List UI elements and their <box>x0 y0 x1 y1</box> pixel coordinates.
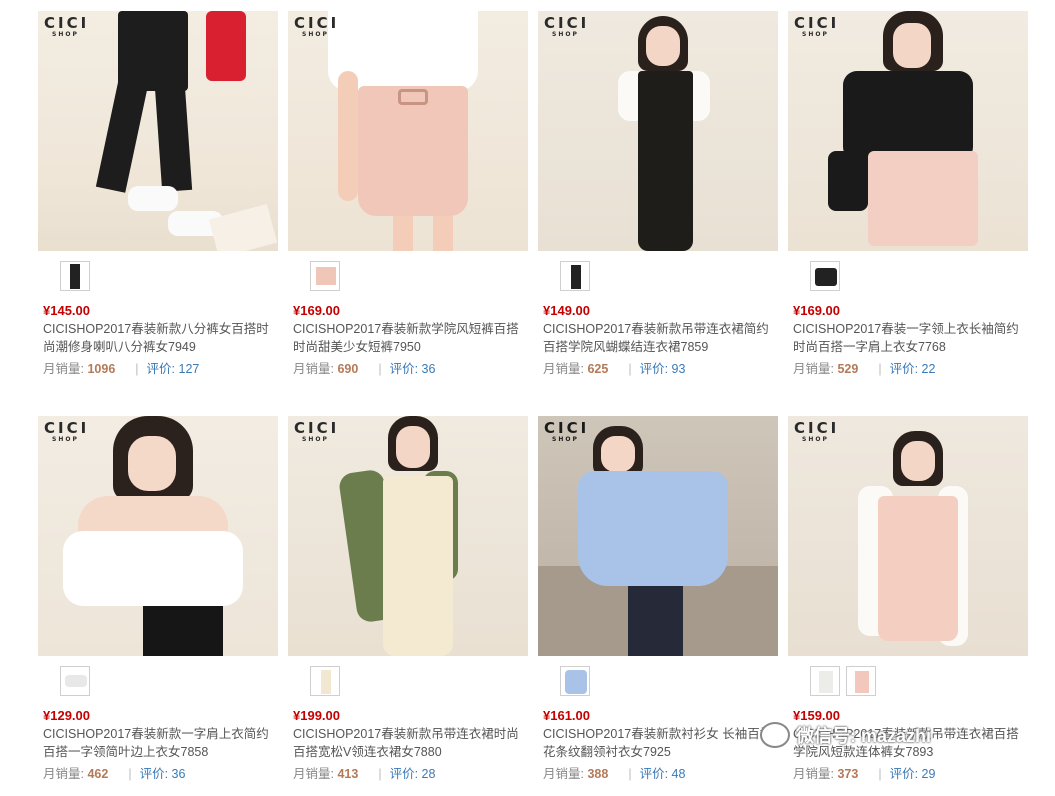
sales-count: 1096 <box>87 362 116 376</box>
sales-count: 529 <box>837 362 859 376</box>
sales-count: 625 <box>587 362 609 376</box>
product-price: ¥169.00 <box>793 303 840 318</box>
product-image[interactable]: CICI SHOP <box>788 11 1028 251</box>
product-stats: 月销量: 373 | 评价: 29 <box>793 767 936 781</box>
color-swatches <box>60 666 90 698</box>
brand-logo: CICI SHOP <box>794 419 840 443</box>
product-title[interactable]: CICISHOP2017春装一字领上衣长袖简约时尚百搭一字肩上衣女7768 <box>793 320 1025 356</box>
product-card[interactable]: CICI SHOP ¥145.00 CICISHOP2017春装新款八分裤女百搭时… <box>38 11 278 391</box>
review-count[interactable]: 29 <box>922 767 936 781</box>
brand-logo: CICI SHOP <box>794 14 840 38</box>
swatch-thumb[interactable] <box>60 666 90 696</box>
swatch-thumb[interactable] <box>810 261 840 291</box>
product-stats: 月销量: 690 | 评价: 36 <box>293 362 436 376</box>
product-stats: 月销量: 413 | 评价: 28 <box>293 767 436 781</box>
product-title[interactable]: CICISHOP2017春装新款八分裤女百搭时尚潮修身喇叭八分裤女7949 <box>43 320 275 356</box>
product-stats: 月销量: 1096 | 评价: 127 <box>43 362 200 376</box>
sales-label: 月销量: <box>293 767 334 781</box>
product-price: ¥199.00 <box>293 708 340 723</box>
sales-label: 月销量: <box>793 767 834 781</box>
sales-count: 690 <box>337 362 359 376</box>
review-label[interactable]: 评价: <box>390 767 418 781</box>
swatch-thumb[interactable] <box>60 261 90 291</box>
sales-count: 373 <box>837 767 859 781</box>
swatch-thumb[interactable] <box>560 666 590 696</box>
product-image[interactable]: CICI SHOP <box>788 416 1028 656</box>
product-card[interactable]: CICI SHOP ¥169.00 CICISHOP2017春装新款学院风短裤百搭… <box>288 11 528 391</box>
product-image[interactable]: CICI SHOP <box>288 11 528 251</box>
product-title[interactable]: CICISHOP2017春装新款吊带连衣裙时尚百搭宽松V领连衣裙女7880 <box>293 725 525 761</box>
sales-count: 388 <box>587 767 609 781</box>
review-label[interactable]: 评价: <box>890 767 918 781</box>
product-card[interactable]: CICI SHOP ¥161.00 CICISHOP2017春装新款衬衫女 长袖百… <box>538 416 778 796</box>
sales-count: 413 <box>337 767 359 781</box>
color-swatches <box>310 666 340 698</box>
color-swatches <box>60 261 90 293</box>
product-price: ¥169.00 <box>293 303 340 318</box>
review-count[interactable]: 36 <box>422 362 436 376</box>
wechat-icon <box>760 722 790 748</box>
review-label[interactable]: 评价: <box>890 362 918 376</box>
swatch-thumb[interactable] <box>846 666 876 696</box>
brand-logo: CICI SHOP <box>544 419 590 443</box>
review-label[interactable]: 评价: <box>147 362 175 376</box>
sales-label: 月销量: <box>43 767 84 781</box>
sales-label: 月销量: <box>43 362 84 376</box>
product-image[interactable]: CICI SHOP <box>38 11 278 251</box>
product-card[interactable]: CICI SHOP ¥129.00 CICISHOP2017春装新款一字肩上衣简约… <box>38 416 278 796</box>
swatch-thumb[interactable] <box>810 666 840 696</box>
color-swatches <box>310 261 340 293</box>
product-price: ¥129.00 <box>43 708 90 723</box>
swatch-thumb[interactable] <box>310 666 340 696</box>
color-swatches <box>560 261 590 293</box>
product-stats: 月销量: 625 | 评价: 93 <box>543 362 686 376</box>
product-image[interactable]: CICI SHOP <box>538 11 778 251</box>
review-count[interactable]: 36 <box>172 767 186 781</box>
sales-label: 月销量: <box>543 767 584 781</box>
product-title[interactable]: CICISHOP2017春装新款衬衫女 长袖百搭花条纹翻领衬衣女7925 <box>543 725 775 761</box>
review-count[interactable]: 22 <box>922 362 936 376</box>
product-stats: 月销量: 529 | 评价: 22 <box>793 362 936 376</box>
sales-label: 月销量: <box>543 362 584 376</box>
sales-count: 462 <box>87 767 109 781</box>
brand-logo: CICI SHOP <box>294 14 340 38</box>
product-stats: 月销量: 462 | 评价: 36 <box>43 767 186 781</box>
product-price: ¥149.00 <box>543 303 590 318</box>
review-label[interactable]: 评价: <box>640 767 668 781</box>
watermark-text: 微信号: mazazhi <box>796 726 932 746</box>
product-price: ¥145.00 <box>43 303 90 318</box>
color-swatches <box>810 666 876 698</box>
review-count[interactable]: 93 <box>672 362 686 376</box>
brand-logo: CICI SHOP <box>44 14 90 38</box>
product-title[interactable]: CICISHOP2017春装新款一字肩上衣简约百搭一字领简叶边上衣女7858 <box>43 725 275 761</box>
product-image[interactable]: CICI SHOP <box>38 416 278 656</box>
brand-logo: CICI SHOP <box>544 14 590 38</box>
swatch-thumb[interactable] <box>310 261 340 291</box>
review-count[interactable]: 28 <box>422 767 436 781</box>
sales-label: 月销量: <box>793 362 834 376</box>
product-card[interactable]: CICI SHOP ¥149.00 CICISHOP2017春装新款吊带连衣裙简约… <box>538 11 778 391</box>
product-price: ¥159.00 <box>793 708 840 723</box>
watermark: 微信号: mazazhi <box>760 722 931 748</box>
swatch-thumb[interactable] <box>560 261 590 291</box>
color-swatches <box>810 261 840 293</box>
color-swatches <box>560 666 590 698</box>
review-label[interactable]: 评价: <box>140 767 168 781</box>
product-stats: 月销量: 388 | 评价: 48 <box>543 767 686 781</box>
product-card[interactable]: CICI SHOP ¥199.00 CICISHOP2017春装新款吊带连衣裙时尚… <box>288 416 528 796</box>
brand-logo: CICI SHOP <box>44 419 90 443</box>
sales-label: 月销量: <box>293 362 334 376</box>
review-label[interactable]: 评价: <box>640 362 668 376</box>
product-price: ¥161.00 <box>543 708 590 723</box>
review-count[interactable]: 127 <box>179 362 200 376</box>
product-image[interactable]: CICI SHOP <box>288 416 528 656</box>
product-image[interactable]: CICI SHOP <box>538 416 778 656</box>
product-title[interactable]: CICISHOP2017春装新款吊带连衣裙简约百搭学院风蝴蝶结连衣裙7859 <box>543 320 775 356</box>
review-label[interactable]: 评价: <box>390 362 418 376</box>
product-card[interactable]: CICI SHOP ¥169.00 CICISHOP2017春装一字领上衣长袖简约… <box>788 11 1028 391</box>
brand-logo: CICI SHOP <box>294 419 340 443</box>
product-title[interactable]: CICISHOP2017春装新款学院风短裤百搭时尚甜美少女短裤7950 <box>293 320 525 356</box>
review-count[interactable]: 48 <box>672 767 686 781</box>
